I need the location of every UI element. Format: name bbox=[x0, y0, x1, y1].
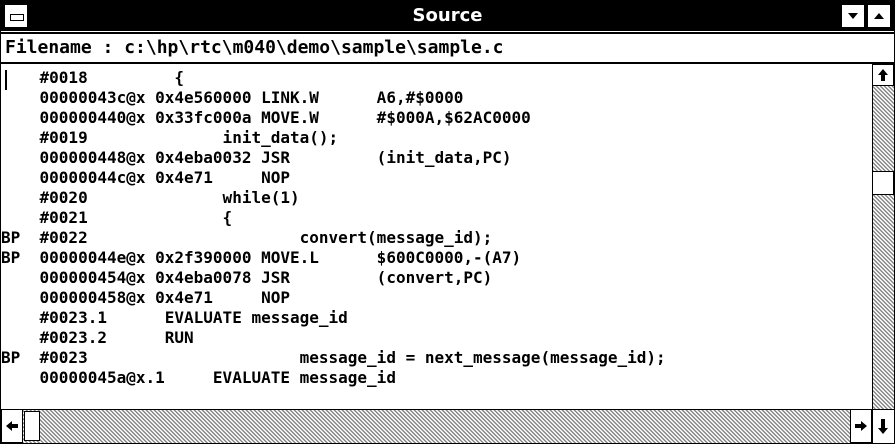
source-line[interactable]: 000000458@x 0x4e71 NOP bbox=[1, 288, 290, 308]
source-line[interactable]: 00000043c@x 0x4e560000 LINK.W A6,#$0000 bbox=[1, 88, 464, 108]
scroll-left-arrow-icon[interactable] bbox=[1, 409, 23, 443]
filename-label: Filename : c:\hp\rtc\m040\demo\sample\sa… bbox=[1, 32, 894, 64]
source-window: Source Filename : c:\hp\rtc\m040\demo\sa… bbox=[0, 0, 895, 444]
source-line[interactable]: BP 00000044e@x 0x2f390000 MOVE.L $600C00… bbox=[1, 248, 521, 268]
title-bar[interactable]: Source bbox=[1, 1, 894, 31]
source-line[interactable]: #0020 while(1) bbox=[1, 188, 300, 208]
source-line[interactable]: #0023.1 EVALUATE message_id bbox=[1, 308, 348, 328]
horizontal-scroll-thumb[interactable] bbox=[24, 411, 40, 441]
scroll-right-arrow-icon[interactable] bbox=[850, 409, 872, 443]
source-line[interactable]: #0023.2 RUN bbox=[1, 328, 194, 348]
scroll-down-arrow-icon[interactable] bbox=[872, 409, 894, 443]
minimize-arrow-icon[interactable] bbox=[841, 4, 865, 28]
source-line[interactable]: #0018 { bbox=[1, 68, 185, 88]
source-line[interactable]: BP #0022 convert(message_id); bbox=[1, 228, 492, 248]
source-line[interactable]: 00000045a@x.1 EVALUATE message_id bbox=[1, 368, 396, 388]
window-title: Source bbox=[412, 5, 483, 26]
source-line[interactable]: 000000440@x 0x33fc000a MOVE.W #$000A,$62… bbox=[1, 108, 531, 128]
vertical-scroll-thumb[interactable] bbox=[872, 171, 894, 195]
vertical-scrollbar[interactable] bbox=[872, 64, 894, 409]
source-line[interactable]: 000000448@x 0x4eba0032 JSR (init_data,PC… bbox=[1, 148, 512, 168]
source-line[interactable]: 00000044c@x 0x4e71 NOP bbox=[1, 168, 290, 188]
source-line[interactable]: BP #0023 message_id = next_message(messa… bbox=[1, 348, 666, 368]
source-line[interactable]: 000000454@x 0x4eba0078 JSR (convert,PC) bbox=[1, 268, 493, 288]
maximize-arrow-icon[interactable] bbox=[867, 4, 891, 28]
scroll-up-arrow-icon[interactable] bbox=[872, 64, 894, 86]
source-line[interactable]: #0021 { bbox=[1, 208, 233, 228]
horizontal-scrollbar[interactable] bbox=[1, 409, 872, 443]
source-listing[interactable]: #0018 { 00000043c@x 0x4e560000 LINK.W A6… bbox=[1, 64, 872, 409]
source-line[interactable]: #0019 init_data(); bbox=[1, 128, 339, 148]
